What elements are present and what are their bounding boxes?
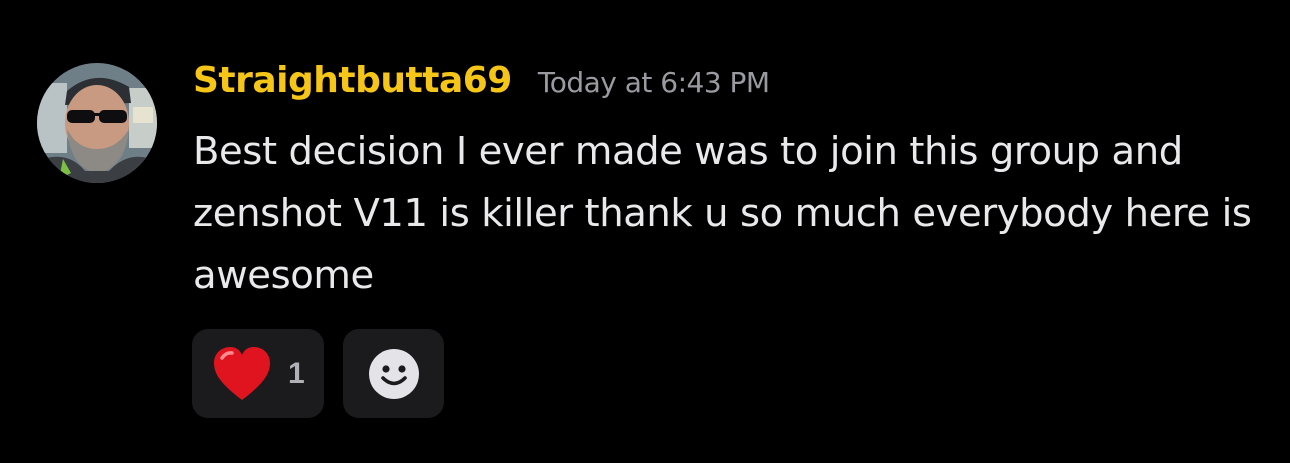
add-reaction-button[interactable] — [343, 329, 444, 418]
smiley-icon — [368, 348, 419, 399]
username[interactable]: Straightbutta69 — [193, 60, 512, 101]
message-text: Best decision I ever made was to join th… — [193, 129, 1252, 298]
chat-message: Straightbutta69 Today at 6:43 PM Best de… — [0, 0, 1290, 463]
reaction-heart[interactable]: 1 — [192, 329, 324, 418]
reaction-count: 1 — [288, 356, 305, 390]
reactions-bar: 1 — [192, 329, 444, 418]
red-heart-icon — [214, 346, 270, 400]
message-header: Straightbutta69 Today at 6:43 PM — [193, 60, 770, 116]
timestamp: Today at 6:43 PM — [537, 66, 770, 99]
user-avatar[interactable] — [37, 63, 157, 183]
